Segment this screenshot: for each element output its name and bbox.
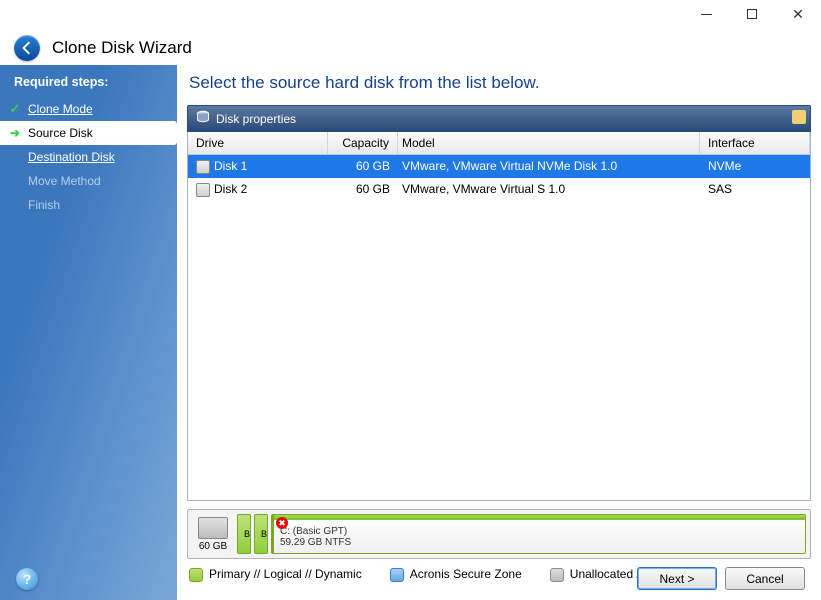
main-content: Select the source hard disk from the lis…	[177, 65, 821, 600]
back-arrow-icon	[20, 41, 34, 55]
cell-capacity: 60 GB	[328, 180, 398, 198]
wizard-title: Clone Disk Wizard	[52, 38, 192, 58]
sidebar-item-label: Clone Mode	[28, 102, 93, 116]
panel-title: Disk properties	[216, 112, 296, 126]
cell-model: VMware, VMware Virtual NVMe Disk 1.0	[398, 157, 700, 175]
check-icon	[8, 102, 22, 116]
partition-main[interactable]: ✖ C: (Basic GPT) 59.29 GB NTFS	[271, 514, 806, 554]
table-header: Drive Capacity Model Interface	[188, 132, 810, 155]
disk-size: 60 GB	[199, 541, 227, 552]
col-interface-header[interactable]: Interface	[700, 132, 810, 154]
sidebar-item-label: Move Method	[28, 174, 101, 188]
col-capacity-header[interactable]: Capacity	[328, 132, 398, 154]
disk-icon	[198, 517, 228, 539]
cell-model: VMware, VMware Virtual S 1.0	[398, 180, 700, 198]
sidebar-heading: Required steps:	[0, 69, 177, 97]
sidebar-item-clone-mode[interactable]: Clone Mode	[0, 97, 177, 121]
cell-interface: SAS	[700, 180, 810, 198]
disk-icon	[196, 183, 210, 197]
table-row[interactable]: Disk 1 60 GB VMware, VMware Virtual NVMe…	[188, 155, 810, 178]
wizard-header: Clone Disk Wizard	[0, 30, 821, 65]
instruction-text: Select the source hard disk from the lis…	[189, 73, 811, 93]
disk-properties-header: Disk properties	[187, 105, 811, 132]
spacer-icon	[8, 150, 22, 164]
cell-interface: NVMe	[700, 157, 810, 175]
panel-hide-button[interactable]	[792, 110, 806, 124]
sidebar-item-label: Finish	[28, 198, 60, 212]
cell-capacity: 60 GB	[328, 157, 398, 175]
col-model-header[interactable]: Model	[398, 132, 700, 154]
sidebar-item-finish: Finish	[0, 193, 177, 217]
close-button[interactable]: ✕	[775, 0, 821, 28]
disk-label: 60 GB	[192, 514, 234, 554]
table-row[interactable]: Disk 2 60 GB VMware, VMware Virtual S 1.…	[188, 178, 810, 201]
partition-label: C: (Basic GPT)	[280, 526, 799, 537]
sidebar-item-source-disk[interactable]: Source Disk	[0, 121, 177, 145]
next-button[interactable]: Next >	[637, 567, 717, 590]
help-button[interactable]: ?	[16, 568, 38, 590]
disk-stack-icon	[196, 110, 210, 127]
cell-drive: Disk 1	[214, 159, 247, 173]
sidebar-item-label: Source Disk	[28, 126, 93, 140]
cell-drive: Disk 2	[214, 182, 247, 196]
sidebar-item-move-method: Move Method	[0, 169, 177, 193]
col-drive-header[interactable]: Drive	[188, 132, 328, 154]
partition-map: 60 GB B… B… ✖ C: (Basic GPT) 59.29 GB NT…	[187, 509, 811, 559]
sidebar-item-label: Destination Disk	[28, 150, 115, 164]
disk-table: Drive Capacity Model Interface Disk 1 60…	[187, 132, 811, 501]
wizard-footer: ? Next > Cancel	[0, 557, 821, 600]
back-button[interactable]	[14, 35, 40, 61]
cancel-button[interactable]: Cancel	[725, 567, 805, 590]
partition-small-2[interactable]: B…	[254, 514, 268, 554]
wizard-sidebar: Required steps: Clone Mode Source Disk D…	[0, 65, 177, 600]
table-body: Disk 1 60 GB VMware, VMware Virtual NVMe…	[188, 155, 810, 500]
maximize-button[interactable]	[729, 0, 775, 28]
disk-icon	[196, 160, 210, 174]
partition-small-1[interactable]: B…	[237, 514, 251, 554]
sidebar-item-destination-disk[interactable]: Destination Disk	[0, 145, 177, 169]
title-bar: ✕	[0, 0, 821, 30]
partition-sublabel: 59.29 GB NTFS	[280, 537, 799, 548]
arrow-icon	[8, 126, 22, 140]
minimize-button[interactable]	[683, 0, 729, 28]
